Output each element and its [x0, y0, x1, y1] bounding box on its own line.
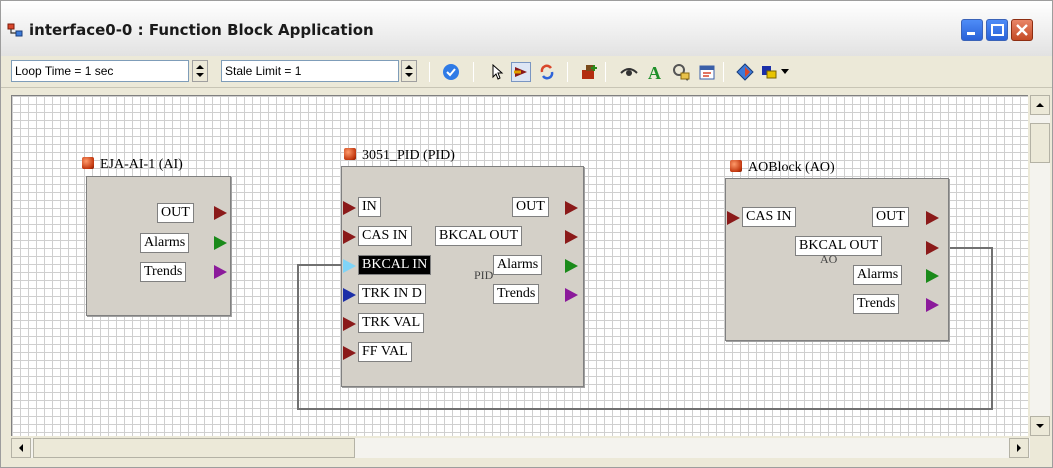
- pid-trends-arrow-icon: [565, 288, 578, 302]
- text-a-icon[interactable]: A: [645, 62, 665, 82]
- loop-time-spinner[interactable]: [192, 60, 208, 82]
- pid-alarms-arrow-icon: [565, 259, 578, 273]
- toolbar: Loop Time = 1 sec Stale Limit = 1 A: [1, 56, 1052, 88]
- vertical-scrollbar[interactable]: [1030, 95, 1050, 436]
- scroll-down-button[interactable]: [1030, 416, 1050, 436]
- stale-limit-spinner[interactable]: [401, 60, 417, 82]
- layout-color-icon[interactable]: [759, 62, 779, 82]
- pid-port-trends[interactable]: Trends: [493, 284, 540, 304]
- pid-bkcal-out-arrow-icon: [565, 230, 578, 244]
- pid-trk-val-arrow-icon: [343, 317, 356, 331]
- pid-port-trk-in-d[interactable]: TRK IN D: [358, 284, 426, 304]
- pid-port-bkcal-in[interactable]: BKCAL IN: [358, 255, 432, 275]
- pid-ff-val-arrow-icon: [343, 346, 356, 360]
- pid-port-in[interactable]: IN: [358, 197, 381, 217]
- pid-type-label: PID: [474, 268, 494, 282]
- scroll-left-icon: [19, 444, 23, 452]
- diamond-tool-icon[interactable]: [735, 62, 755, 82]
- ai-port-alarms[interactable]: Alarms: [140, 233, 190, 253]
- close-icon: [1016, 24, 1028, 36]
- dropdown-arrow-icon[interactable]: [779, 62, 791, 82]
- ai-block-title[interactable]: EJA-AI-1 (AI): [82, 157, 183, 173]
- ai-trends-arrow-icon: [214, 265, 227, 279]
- function-block-window: interface0-0 : Function Block Applicatio…: [0, 0, 1053, 468]
- validate-check-icon[interactable]: [441, 62, 461, 82]
- connect-link-icon[interactable]: [511, 62, 531, 82]
- window-title: interface0-0 : Function Block Applicatio…: [29, 21, 374, 39]
- ao-port-trends[interactable]: Trends: [853, 294, 900, 314]
- stale-limit-value: Stale Limit = 1: [225, 64, 302, 78]
- diagram-canvas[interactable]: EJA-AI-1 (AI) OUT Alarms Trends 3051_PID…: [11, 95, 1028, 436]
- block-status-icon: [82, 157, 94, 169]
- pid-port-out[interactable]: OUT: [512, 197, 549, 217]
- ao-block-title[interactable]: AOBlock (AO): [730, 160, 835, 176]
- scroll-down-icon: [1036, 424, 1044, 428]
- scroll-right-icon: [1017, 444, 1021, 452]
- pid-block-title[interactable]: 3051_PID (PID): [344, 148, 455, 164]
- pid-port-ff-val[interactable]: FF VAL: [358, 342, 412, 362]
- close-button[interactable]: [1011, 19, 1033, 41]
- pid-out-arrow-icon: [565, 201, 578, 215]
- maximize-button[interactable]: [986, 19, 1008, 41]
- block-status-icon: [730, 160, 742, 172]
- ao-cas-in-arrow-icon: [727, 211, 740, 225]
- pid-block-name: 3051_PID (PID): [362, 148, 455, 163]
- ai-block-name: EJA-AI-1 (AI): [100, 157, 183, 172]
- ao-type-label: AO: [820, 252, 838, 266]
- add-block-icon[interactable]: [579, 62, 599, 82]
- pid-port-alarms[interactable]: Alarms: [493, 255, 543, 275]
- ai-out-arrow-icon: [214, 206, 227, 220]
- ao-block-name: AOBlock (AO): [748, 160, 835, 175]
- function-block-app-icon: [7, 22, 23, 38]
- stale-limit-field[interactable]: Stale Limit = 1: [221, 60, 399, 82]
- pointer-arrow-icon[interactable]: [487, 62, 507, 82]
- svg-text:A: A: [648, 63, 661, 81]
- pid-port-cas-in[interactable]: CAS IN: [358, 226, 412, 246]
- ao-port-alarms[interactable]: Alarms: [853, 265, 903, 285]
- minimize-button[interactable]: [961, 19, 983, 41]
- block-status-icon: [344, 148, 356, 160]
- pid-bkcal-in-arrow-icon: [343, 259, 356, 273]
- pid-in-arrow-icon: [343, 201, 356, 215]
- schedule-icon[interactable]: [697, 62, 717, 82]
- ao-port-cas-in[interactable]: CAS IN: [742, 207, 796, 227]
- ai-port-out[interactable]: OUT: [157, 203, 194, 223]
- horizontal-scrollbar[interactable]: [11, 438, 1030, 458]
- ao-bkcal-out-arrow-icon: [926, 241, 939, 255]
- refresh-icon[interactable]: [537, 62, 557, 82]
- loop-time-field[interactable]: Loop Time = 1 sec: [11, 60, 189, 82]
- scroll-left-button[interactable]: [11, 438, 31, 458]
- scroll-right-button[interactable]: [1009, 438, 1029, 458]
- pid-port-bkcal-out[interactable]: BKCAL OUT: [435, 226, 523, 246]
- ao-alarms-arrow-icon: [926, 269, 939, 283]
- ao-trends-arrow-icon: [926, 298, 939, 312]
- ao-port-bkcal-out[interactable]: BKCAL OUT: [795, 236, 883, 256]
- ao-port-out[interactable]: OUT: [872, 207, 909, 227]
- view-eye-icon[interactable]: [619, 62, 639, 82]
- ao-out-arrow-icon: [926, 211, 939, 225]
- scroll-up-button[interactable]: [1030, 95, 1050, 115]
- ai-alarms-arrow-icon: [214, 236, 227, 250]
- maximize-icon: [991, 24, 1004, 36]
- find-tag-icon[interactable]: [671, 62, 691, 82]
- scroll-up-icon: [1036, 103, 1044, 107]
- pid-trk-in-d-arrow-icon: [343, 288, 356, 302]
- pid-cas-in-arrow-icon: [343, 230, 356, 244]
- minimize-icon: [967, 32, 975, 35]
- vertical-scroll-thumb[interactable]: [1030, 123, 1050, 163]
- pid-port-trk-val[interactable]: TRK VAL: [358, 313, 425, 333]
- ai-port-trends[interactable]: Trends: [140, 262, 187, 282]
- title-bar[interactable]: interface0-0 : Function Block Applicatio…: [1, 1, 1052, 56]
- loop-time-value: Loop Time = 1 sec: [15, 64, 114, 78]
- horizontal-scroll-thumb[interactable]: [33, 438, 355, 458]
